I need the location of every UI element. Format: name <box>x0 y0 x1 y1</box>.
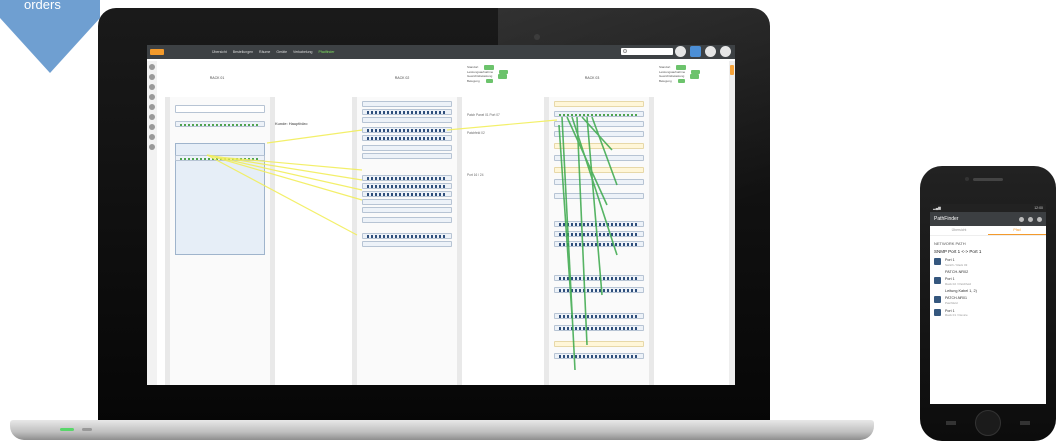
phone-tabs: Übersicht Pfad <box>930 226 1046 236</box>
entry-sub: Rack 01 / Device <box>945 313 968 318</box>
menu-button[interactable] <box>1020 421 1030 425</box>
path-entry[interactable]: Port 1 Switch / Rack 03 <box>934 258 1042 267</box>
vertical-scrollbar[interactable] <box>729 61 735 385</box>
laptop-camera <box>534 34 540 40</box>
refresh-icon[interactable] <box>1028 216 1033 222</box>
smartphone: ▂▄▆ 12:00 PathFinder Übersicht Pfad NETW… <box>920 166 1056 441</box>
phone-speaker <box>973 178 1003 181</box>
back-button[interactable] <box>946 421 956 425</box>
tab-path[interactable]: Pfad <box>988 226 1046 235</box>
section-heading: NETWORK PATH <box>934 241 966 246</box>
cable-label: Leitung Kabel 1, 2) <box>945 289 977 294</box>
search-icon[interactable] <box>1019 216 1024 222</box>
cable-overlay <box>206 116 618 371</box>
status-time: 12:00 <box>1034 206 1043 210</box>
scroll-thumb[interactable] <box>730 65 734 75</box>
laptop-base <box>10 420 874 440</box>
port-icon <box>934 258 941 265</box>
phone-app-title: PathFinder <box>934 216 959 222</box>
entry-sub: Rack 02 / Patchfeld <box>945 281 972 286</box>
port-icon <box>934 277 941 285</box>
tab-overview[interactable]: Übersicht <box>930 226 988 235</box>
port-icon <box>934 296 941 304</box>
path-entry[interactable]: PATCH-NR01 Patchfeld <box>934 296 1042 305</box>
phone-camera <box>965 177 969 181</box>
more-icon[interactable] <box>1037 216 1042 222</box>
home-button[interactable] <box>975 410 1001 436</box>
device-icon <box>934 308 941 316</box>
path-title: SNMP Port 1 <-> Port 1 <box>934 249 982 254</box>
entry-sub: Switch / Rack 03 <box>945 262 968 267</box>
phone-screen: ▂▄▆ 12:00 PathFinder Übersicht Pfad NETW… <box>930 204 1046 404</box>
signal-icon: ▂▄▆ <box>933 206 941 210</box>
entry-sub: Patchfeld <box>945 300 958 305</box>
path-entry[interactable]: Port 1 Rack 01 / Device <box>934 308 1042 318</box>
badge-label: orders <box>24 0 61 12</box>
phone-status-bar: ▂▄▆ 12:00 <box>930 204 1046 212</box>
phone-app-bar: PathFinder <box>930 212 1046 226</box>
laptop-screen: Übersicht Bestellungen Räume Geräte Verk… <box>147 45 735 385</box>
entry-plain: PATCH-NR02 <box>945 270 969 275</box>
power-led <box>60 428 74 431</box>
path-entry[interactable]: Port 1 Rack 02 / Patchfeld <box>934 277 1042 286</box>
